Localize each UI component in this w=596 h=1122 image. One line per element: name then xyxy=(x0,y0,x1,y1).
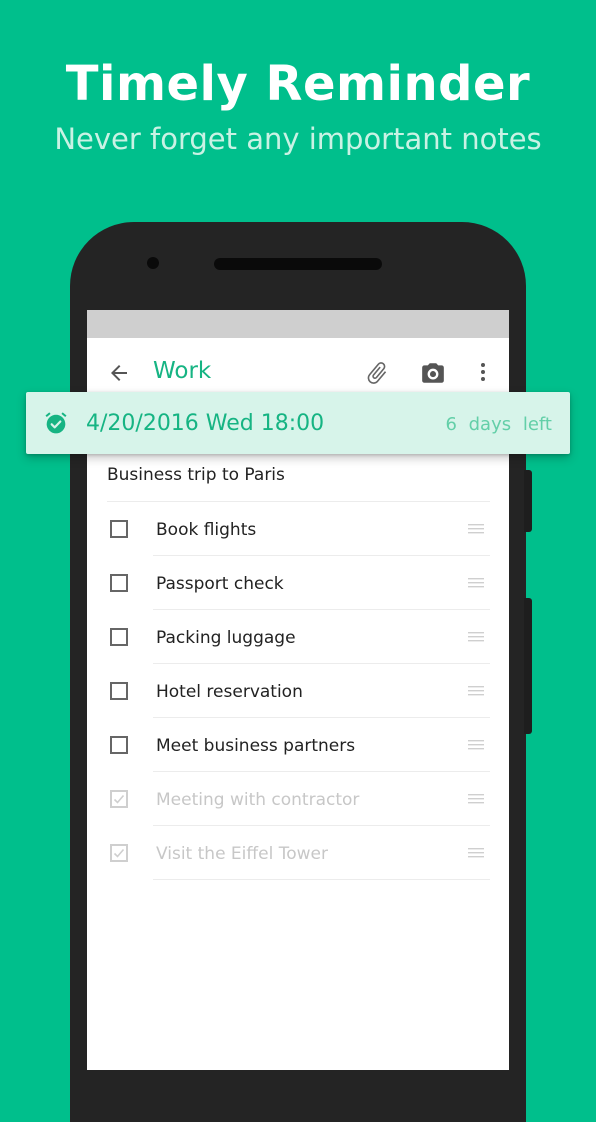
checkbox-icon[interactable] xyxy=(110,736,128,754)
list-item-divider xyxy=(153,879,490,880)
reminder-remaining: 6 days left xyxy=(445,414,552,435)
list-item-label[interactable]: Packing luggage xyxy=(156,628,296,648)
checkbox-icon[interactable] xyxy=(110,628,128,646)
list-item[interactable]: Hotel reservation xyxy=(87,664,509,718)
checkbox-icon[interactable] xyxy=(110,520,128,538)
drag-handle-icon[interactable] xyxy=(468,632,484,642)
toolbar: Work xyxy=(87,338,509,394)
arrow-left-icon[interactable] xyxy=(107,361,131,385)
list-item[interactable]: Meet business partners xyxy=(87,718,509,772)
list-item-label[interactable]: Book flights xyxy=(156,520,256,540)
list-item-label[interactable]: Meet business partners xyxy=(156,736,355,756)
alarm-check-icon xyxy=(45,412,67,434)
promo-subline: Never forget any important notes xyxy=(54,122,542,156)
phone-camera xyxy=(147,257,159,269)
drag-handle-icon[interactable] xyxy=(468,848,484,858)
reminder-datetime: 4/20/2016 Wed 18:00 xyxy=(86,411,325,436)
drag-handle-icon[interactable] xyxy=(468,686,484,696)
phone-volume-button xyxy=(524,598,532,734)
list-item[interactable]: Book flights xyxy=(87,502,509,556)
drag-handle-icon[interactable] xyxy=(468,578,484,588)
checkbox-checked-icon[interactable] xyxy=(110,844,128,862)
drag-handle-icon[interactable] xyxy=(468,794,484,804)
note-category-title[interactable]: Work xyxy=(153,358,211,384)
checkbox-icon[interactable] xyxy=(110,574,128,592)
camera-icon[interactable] xyxy=(420,360,446,386)
phone-power-button xyxy=(524,470,532,532)
list-item-label[interactable]: Visit the Eiffel Tower xyxy=(156,844,328,864)
drag-handle-icon[interactable] xyxy=(468,740,484,750)
checkbox-icon[interactable] xyxy=(110,682,128,700)
note-title[interactable]: Business trip to Paris xyxy=(107,465,285,485)
phone-speaker xyxy=(214,258,382,270)
more-vert-icon[interactable] xyxy=(471,360,495,384)
list-item[interactable]: Passport check xyxy=(87,556,509,610)
paperclip-icon[interactable] xyxy=(364,360,390,386)
list-item[interactable]: Meeting with contractor xyxy=(87,772,509,826)
checkbox-checked-icon[interactable] xyxy=(110,790,128,808)
list-item[interactable]: Packing luggage xyxy=(87,610,509,664)
promo-headline: Timely Reminder xyxy=(65,56,531,112)
status-bar xyxy=(87,310,509,338)
list-item-label[interactable]: Meeting with contractor xyxy=(156,790,359,810)
reminder-banner[interactable]: 4/20/2016 Wed 18:00 6 days left xyxy=(26,392,570,454)
list-item-label[interactable]: Passport check xyxy=(156,574,284,594)
drag-handle-icon[interactable] xyxy=(468,524,484,534)
list-item-label[interactable]: Hotel reservation xyxy=(156,682,303,702)
list-item[interactable]: Visit the Eiffel Tower xyxy=(87,826,509,880)
